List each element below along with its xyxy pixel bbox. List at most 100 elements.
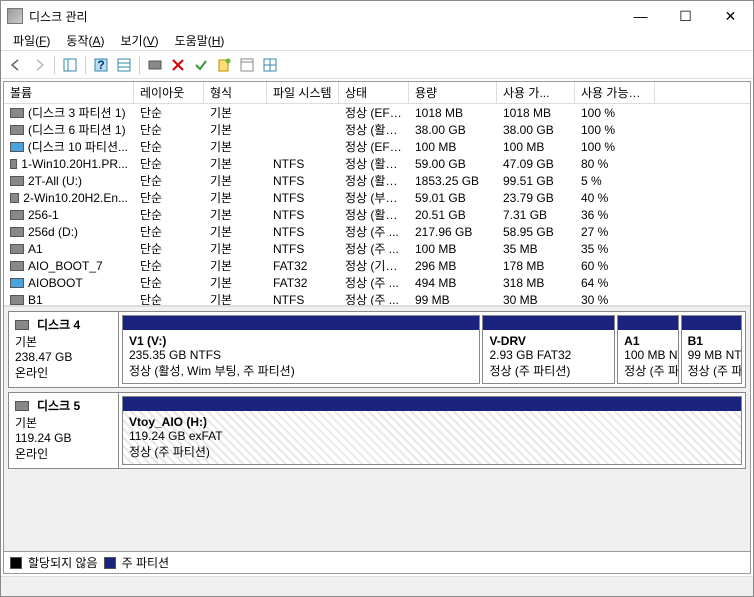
partition-size: 2.93 GB FAT32	[489, 348, 608, 362]
volume-type: 기본	[204, 172, 267, 189]
volume-name: 1-Win10.20H1.PR...	[21, 157, 128, 171]
volume-name: 2T-All (U:)	[28, 174, 82, 188]
volume-capacity: 296 MB	[409, 259, 497, 273]
volume-row[interactable]: 2-Win10.20H2.En...단순기본NTFS정상 (부팅...59.01…	[4, 189, 750, 206]
volume-fs: NTFS	[267, 191, 339, 205]
partition-name: B1	[688, 334, 735, 348]
volume-row[interactable]: 2T-All (U:)단순기본NTFS정상 (활성...1853.25 GB99…	[4, 172, 750, 189]
volume-row[interactable]: 256-1단순기본NTFS정상 (활성...20.51 GB7.31 GB36 …	[4, 206, 750, 223]
partition-header	[618, 316, 677, 330]
drive-icon	[10, 193, 19, 203]
partition-status: 정상 (주 파티션)	[688, 362, 735, 379]
col-filesystem[interactable]: 파일 시스템	[267, 82, 339, 103]
partition[interactable]: V-DRV2.93 GB FAT32정상 (주 파티션)	[482, 315, 615, 384]
close-button[interactable]: ✕	[708, 2, 753, 30]
col-percent[interactable]: 사용 가능한...	[575, 82, 655, 103]
volume-capacity: 20.51 GB	[409, 208, 497, 222]
volume-row[interactable]: 1-Win10.20H1.PR...단순기본NTFS정상 (활성...59.00…	[4, 155, 750, 172]
partition[interactable]: V1 (V:)235.35 GB NTFS정상 (활성, Wim 부팅, 주 파…	[122, 315, 480, 384]
volume-status: 정상 (기본...	[339, 257, 409, 274]
volume-layout: 단순	[134, 172, 204, 189]
volume-layout: 단순	[134, 121, 204, 138]
partition-header	[123, 397, 741, 411]
disk-type: 기본	[15, 414, 112, 431]
volume-free: 38.00 GB	[497, 123, 575, 137]
disk-partitions: Vtoy_AIO (H:)119.24 GB exFAT정상 (주 파티션)	[119, 393, 745, 468]
col-layout[interactable]: 레이아웃	[134, 82, 204, 103]
disk-button[interactable]	[144, 54, 166, 76]
menubar: 파일(F)동작(A)보기(V)도움말(H)	[1, 31, 753, 51]
disk-icon	[15, 401, 29, 411]
back-button[interactable]	[5, 54, 27, 76]
menu-f[interactable]: 파일(F)	[5, 31, 58, 50]
col-status[interactable]: 상태	[339, 82, 409, 103]
volume-free: 58.95 GB	[497, 225, 575, 239]
volume-layout: 단순	[134, 223, 204, 240]
volume-percent: 27 %	[575, 225, 655, 239]
view-button[interactable]	[59, 54, 81, 76]
disk-row[interactable]: 디스크 5기본119.24 GB온라인Vtoy_AIO (H:)119.24 G…	[8, 392, 746, 469]
col-free[interactable]: 사용 가...	[497, 82, 575, 103]
volume-status: 정상 (부팅...	[339, 189, 409, 206]
disk-label[interactable]: 디스크 4기본238.47 GB온라인	[9, 312, 119, 387]
volume-status: 정상 (활성...	[339, 172, 409, 189]
list-button[interactable]	[113, 54, 135, 76]
menu-h[interactable]: 도움말(H)	[167, 31, 233, 50]
volume-row[interactable]: 256d (D:)단순기본NTFS정상 (주 ...217.96 GB58.95…	[4, 223, 750, 240]
volume-status: 정상 (주 ...	[339, 223, 409, 240]
volume-name: 2-Win10.20H2.En...	[23, 191, 128, 205]
volume-capacity: 494 MB	[409, 276, 497, 290]
volume-percent: 5 %	[575, 174, 655, 188]
volume-free: 7.31 GB	[497, 208, 575, 222]
volume-row[interactable]: B1단순기본NTFS정상 (주 ...99 MB30 MB30 %	[4, 291, 750, 307]
volume-row[interactable]: AIOBOOT단순기본FAT32정상 (주 ...494 MB318 MB64 …	[4, 274, 750, 291]
volume-type: 기본	[204, 274, 267, 291]
volume-type: 기본	[204, 240, 267, 257]
col-volume[interactable]: 볼륨	[4, 82, 134, 103]
partition[interactable]: B199 MB NTFS정상 (주 파티션)	[681, 315, 742, 384]
volume-layout: 단순	[134, 206, 204, 223]
drive-icon	[10, 295, 24, 305]
delete-button[interactable]	[167, 54, 189, 76]
minimize-button[interactable]: —	[618, 2, 663, 30]
volume-row[interactable]: A1단순기본NTFS정상 (주 ...100 MB35 MB35 %	[4, 240, 750, 257]
disk-status: 온라인	[15, 445, 112, 462]
partition-status: 정상 (활성, Wim 부팅, 주 파티션)	[129, 362, 473, 379]
new-button[interactable]	[213, 54, 235, 76]
partition[interactable]: Vtoy_AIO (H:)119.24 GB exFAT정상 (주 파티션)	[122, 396, 742, 465]
volume-list[interactable]: 볼륨 레이아웃 형식 파일 시스템 상태 용량 사용 가... 사용 가능한..…	[4, 82, 750, 307]
volume-status: 정상 (활성...	[339, 121, 409, 138]
volume-status: 정상 (주 ...	[339, 291, 409, 307]
partition-status: 정상 (주 파티션)	[489, 362, 608, 379]
partition[interactable]: A1100 MB NTFS정상 (주 파티션)	[617, 315, 678, 384]
volume-row[interactable]: (디스크 10 파티션...단순기본정상 (EFI ...100 MB100 M…	[4, 138, 750, 155]
check-button[interactable]	[190, 54, 212, 76]
disk-label[interactable]: 디스크 5기본119.24 GB온라인	[9, 393, 119, 468]
volume-name: AIOBOOT	[28, 276, 83, 290]
partition-header	[682, 316, 741, 330]
volume-status: 정상 (주 ...	[339, 274, 409, 291]
volume-percent: 64 %	[575, 276, 655, 290]
menu-a[interactable]: 동작(A)	[58, 31, 112, 50]
volume-type: 기본	[204, 189, 267, 206]
volume-free: 318 MB	[497, 276, 575, 290]
volume-type: 기본	[204, 138, 267, 155]
grid-button[interactable]	[259, 54, 281, 76]
drive-icon	[10, 227, 24, 237]
maximize-button[interactable]: ☐	[663, 2, 708, 30]
col-type[interactable]: 형식	[204, 82, 267, 103]
volume-percent: 60 %	[575, 259, 655, 273]
volume-row[interactable]: AIO_BOOT_7단순기본FAT32정상 (기본...296 MB178 MB…	[4, 257, 750, 274]
help-button[interactable]: ?	[90, 54, 112, 76]
disk-graphical-view[interactable]: 디스크 4기본238.47 GB온라인V1 (V:)235.35 GB NTFS…	[4, 307, 750, 551]
partition-size: 99 MB NTFS	[688, 348, 735, 362]
disk-row[interactable]: 디스크 4기본238.47 GB온라인V1 (V:)235.35 GB NTFS…	[8, 311, 746, 388]
properties-button[interactable]	[236, 54, 258, 76]
col-capacity[interactable]: 용량	[409, 82, 497, 103]
volume-layout: 단순	[134, 189, 204, 206]
forward-button[interactable]	[28, 54, 50, 76]
volume-row[interactable]: (디스크 6 파티션 1)단순기본정상 (활성...38.00 GB38.00 …	[4, 121, 750, 138]
volume-row[interactable]: (디스크 3 파티션 1)단순기본정상 (EFI ...1018 MB1018 …	[4, 104, 750, 121]
titlebar[interactable]: 디스크 관리 — ☐ ✕	[1, 1, 753, 31]
menu-v[interactable]: 보기(V)	[113, 31, 167, 50]
